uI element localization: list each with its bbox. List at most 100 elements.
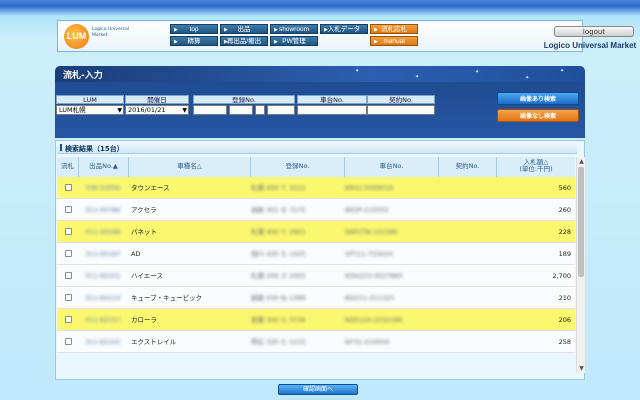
scroll-thumb[interactable] xyxy=(578,167,584,277)
table-row: 311-62102 エクストレイル 帯広 330 た 1215 NT31-210004… xyxy=(57,331,575,353)
car-name: AD xyxy=(131,250,141,258)
results-rows: 338-10056 タウンエース 札幌 400 て 3212 KR42-5009016… xyxy=(57,177,575,375)
table-row: 311-00166 パネット 札幌 400 て 2601 SKP2TN-101596 2… xyxy=(57,221,575,243)
page-title: 流札-入力 xyxy=(63,71,103,81)
reg-number-input[interactable] xyxy=(267,105,295,115)
arrow-icon: ▶ xyxy=(224,39,228,45)
date-label: 開催日 xyxy=(125,95,189,104)
table-row: 311-62101 ハイエース 札幌 200 さ 2005 KDH223-002786… xyxy=(57,265,575,287)
arrow-icon: ▶ xyxy=(174,27,178,33)
scroll-down-icon[interactable]: ▼ xyxy=(577,364,586,373)
flow-checkbox[interactable] xyxy=(65,294,72,301)
reg-class-input[interactable] xyxy=(229,105,253,115)
nav-relist[interactable]: ▶ 再出品/搬出 xyxy=(220,36,268,46)
registration-number: 帯広 330 た 1215 xyxy=(251,338,306,346)
car-name: アクセラ xyxy=(131,206,157,214)
reg-area-input[interactable] xyxy=(193,105,227,115)
flow-checkbox[interactable] xyxy=(65,184,72,191)
flow-checkbox[interactable] xyxy=(65,316,72,323)
bid-price: 258 xyxy=(558,338,571,346)
search-with-image-button[interactable]: 画像あり検索 xyxy=(497,92,579,105)
bid-price: 206 xyxy=(558,316,571,324)
col-reg: 登録No. xyxy=(251,157,345,177)
nav-flow-bid[interactable]: ▶ 流札応札 xyxy=(370,24,418,34)
sparkle-icon: ✦ xyxy=(415,74,420,80)
lot-number-link[interactable]: 311-62101 xyxy=(85,265,129,287)
flow-checkbox[interactable] xyxy=(65,228,72,235)
logo-caption: Logico Universal Market xyxy=(92,27,129,38)
bid-price: 228 xyxy=(558,228,571,236)
lot-number-link[interactable]: 338-10056 xyxy=(85,177,129,199)
nav-manual[interactable]: ▶ manual xyxy=(370,36,418,46)
sparkle-icon: ✦ xyxy=(355,68,360,74)
col-price[interactable]: 入札額△ (単位:千円) xyxy=(497,157,575,177)
nav-password[interactable]: ▶ PW管理 xyxy=(270,36,318,46)
lot-number-link[interactable]: 311-00786 xyxy=(85,199,129,221)
brand-name: Logico Universal Market xyxy=(543,41,637,50)
registration-number: 札幌 400 て 2601 xyxy=(251,228,306,236)
car-name: ハイエース xyxy=(131,272,163,280)
confirm-button[interactable]: 確認画面へ xyxy=(278,384,358,395)
reg-label: 登録No. xyxy=(193,95,295,104)
page-title-bar: ✦ ✦ ✦ ✦ ✦ 流札-入力 xyxy=(55,66,585,82)
sparkle-icon: ✦ xyxy=(560,68,565,74)
car-name: タウンエース xyxy=(131,184,170,192)
sparkle-icon: ✦ xyxy=(525,75,530,81)
chassis-number: SKP2TN-101596 xyxy=(345,228,398,236)
col-car[interactable]: 車種名△ xyxy=(129,157,251,177)
nav-top[interactable]: ▶ top xyxy=(170,24,218,34)
nav-settlement[interactable]: ▶ 精算 xyxy=(170,36,218,46)
table-row: 338-10056 タウンエース 札幌 400 て 3212 KR42-5009016… xyxy=(57,177,575,199)
results-scrollbar[interactable]: ▲ ▼ xyxy=(576,157,585,373)
car-name: キューブ・キュービック xyxy=(131,294,203,302)
flow-checkbox[interactable] xyxy=(65,250,72,257)
arrow-icon: ▶ xyxy=(374,39,378,45)
table-row: 311-00167 AD 旭川 430 ち 1425 VFY11-733024 189 xyxy=(57,243,575,265)
arrow-icon: ▶ xyxy=(274,39,278,45)
contract-input[interactable] xyxy=(367,105,435,115)
lot-number-link[interactable]: 311-60214 xyxy=(85,287,129,309)
arrow-icon: ▶ xyxy=(324,27,328,33)
registration-number: 札幌 200 さ 2005 xyxy=(251,272,306,280)
table-row: 311-00786 アクセラ 函館 301 せ 7275 BK5P-215555 260 xyxy=(57,199,575,221)
lot-number-link[interactable]: 311-62102 xyxy=(85,331,129,353)
logo-icon: LUM xyxy=(64,24,89,49)
results-header: 検索結果（15台） xyxy=(57,142,577,154)
arrow-icon: ▶ xyxy=(374,27,378,33)
flow-checkbox[interactable] xyxy=(65,338,72,345)
lum-select[interactable]: LUM札幌 ▼ xyxy=(56,105,124,115)
nav-showroom[interactable]: ▶ showroom xyxy=(270,24,318,34)
chevron-down-icon: ▼ xyxy=(117,107,122,114)
nav-bid-data[interactable]: ▶ 入札データ xyxy=(320,24,368,34)
arrow-icon: ▶ xyxy=(274,27,278,33)
bid-price: 2,700 xyxy=(552,272,571,280)
arrow-icon: ▶ xyxy=(174,39,178,45)
flow-checkbox[interactable] xyxy=(65,206,72,213)
lot-number-link[interactable]: 311-00166 xyxy=(85,221,129,243)
date-select[interactable]: 2016/01/21 ▼ xyxy=(125,105,189,115)
lot-number-link[interactable]: 311-00167 xyxy=(85,243,129,265)
logout-button[interactable]: logout xyxy=(554,26,634,37)
chassis-number: KR42-5009016 xyxy=(345,184,394,192)
bid-price: 189 xyxy=(558,250,571,258)
table-row: 311-60214 キューブ・キュービック 釧路 500 ね 1389 BGZ11-0… xyxy=(57,287,575,309)
results-panel: 検索結果（15台） 流札 出品No.▲ 車種名△ 登録No. 車台No. 契約N… xyxy=(55,140,585,380)
chevron-down-icon: ▼ xyxy=(182,107,187,114)
lot-number-link[interactable]: 311-62157 xyxy=(85,309,129,331)
chassis-input[interactable] xyxy=(297,105,367,115)
table-header: 流札 出品No.▲ 車種名△ 登録No. 車台No. 契約No. 入札額△ (単… xyxy=(57,157,575,177)
chassis-number: NZE124-2032189 xyxy=(345,316,403,324)
car-name: カローラ xyxy=(131,316,157,324)
registration-number: 室蘭 300 ら 3736 xyxy=(251,316,306,324)
scroll-up-icon[interactable]: ▲ xyxy=(577,157,586,166)
reg-kana-input[interactable] xyxy=(255,105,265,115)
chassis-number: NT31-210004 xyxy=(345,338,390,346)
nav-listing[interactable]: ▶ 出品 xyxy=(220,24,268,34)
flow-checkbox[interactable] xyxy=(65,272,72,279)
col-lot[interactable]: 出品No.▲ xyxy=(79,157,129,177)
search-panel: LUM 開催日 登録No. 車台No. 契約No. LUM札幌 ▼ 2016/01… xyxy=(55,82,585,138)
search-without-image-button[interactable]: 画像なし検索 xyxy=(497,109,579,122)
results-title: 検索結果（15台） xyxy=(65,145,124,153)
chassis-number: BK5P-215555 xyxy=(345,206,389,214)
table-row: 311-62157 カローラ 室蘭 300 ら 3736 NZE124-2032189… xyxy=(57,309,575,331)
